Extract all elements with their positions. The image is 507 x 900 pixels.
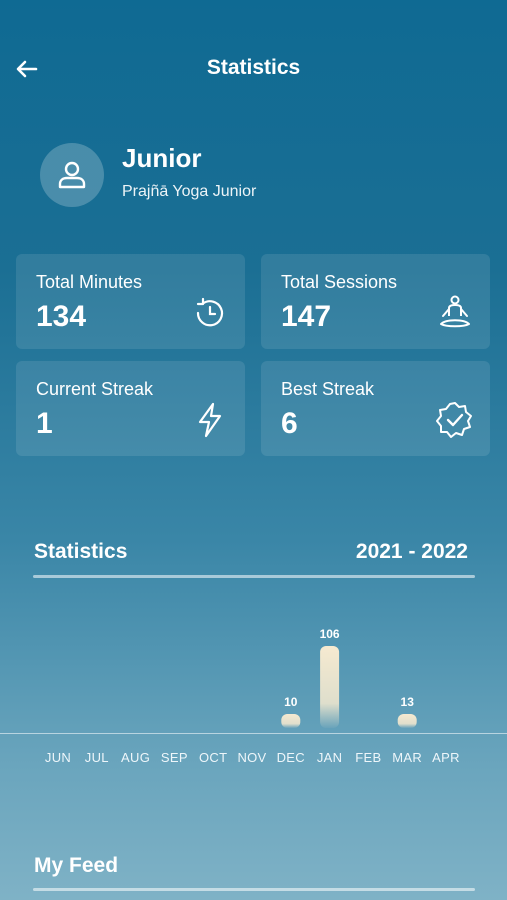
stat-value: 6 (281, 407, 298, 440)
section-divider (33, 888, 475, 891)
month-label-feb: FEB (355, 750, 382, 765)
month-label-jul: JUL (84, 750, 109, 765)
month-label-apr: APR (432, 750, 460, 765)
lightning-icon (198, 402, 222, 438)
month-label-jun: JUN (44, 750, 72, 765)
user-icon (58, 161, 86, 189)
meditation-icon (440, 295, 470, 328)
stat-label: Current Streak (36, 379, 154, 399)
month-label-aug: AUG (121, 750, 151, 765)
bar-jan[interactable] (320, 646, 340, 728)
stat-value: 1 (36, 407, 53, 440)
bar-value-label: 13 (401, 695, 415, 709)
avatar (40, 143, 104, 207)
statistics-title: Statistics (34, 540, 128, 563)
month-label-dec: DEC (276, 750, 305, 765)
feed-title: My Feed (34, 854, 119, 877)
month-label-mar: MAR (392, 750, 423, 765)
bar-dec[interactable] (281, 714, 301, 728)
header: Statistics (0, 0, 507, 130)
stat-card-total-minutes: Total Minutes 134 (16, 254, 245, 349)
section-divider (33, 575, 475, 578)
year-range[interactable]: 2021 - 2022 (356, 540, 468, 564)
month-label-nov: NOV (237, 750, 267, 765)
stat-label: Best Streak (281, 379, 375, 399)
stat-value: 147 (281, 300, 332, 333)
stat-card-best-streak: Best Streak 6 (261, 361, 490, 456)
bar-value-label: 10 (284, 695, 298, 709)
bar-value-label: 106 (320, 627, 340, 641)
month-label-sep: SEP (160, 750, 188, 765)
page-title: Statistics (206, 56, 301, 79)
stat-label: Total Minutes (36, 272, 143, 292)
profile-subtitle: Prajñā Yoga Junior (122, 183, 257, 200)
monthly-bar-chart: 10 106 13 (281, 627, 417, 728)
timer-icon (196, 297, 224, 327)
bar-mar[interactable] (397, 714, 417, 728)
stat-value: 134 (36, 300, 87, 333)
month-label-jan: JAN (316, 750, 343, 765)
profile-name: Junior (122, 143, 202, 173)
stat-card-total-sessions: Total Sessions 147 (261, 254, 490, 349)
chart-baseline (0, 733, 507, 734)
stat-card-current-streak: Current Streak 1 (16, 361, 245, 456)
stat-label: Total Sessions (281, 272, 398, 292)
month-label-oct: OCT (199, 750, 228, 765)
badge-check-icon (436, 402, 472, 438)
